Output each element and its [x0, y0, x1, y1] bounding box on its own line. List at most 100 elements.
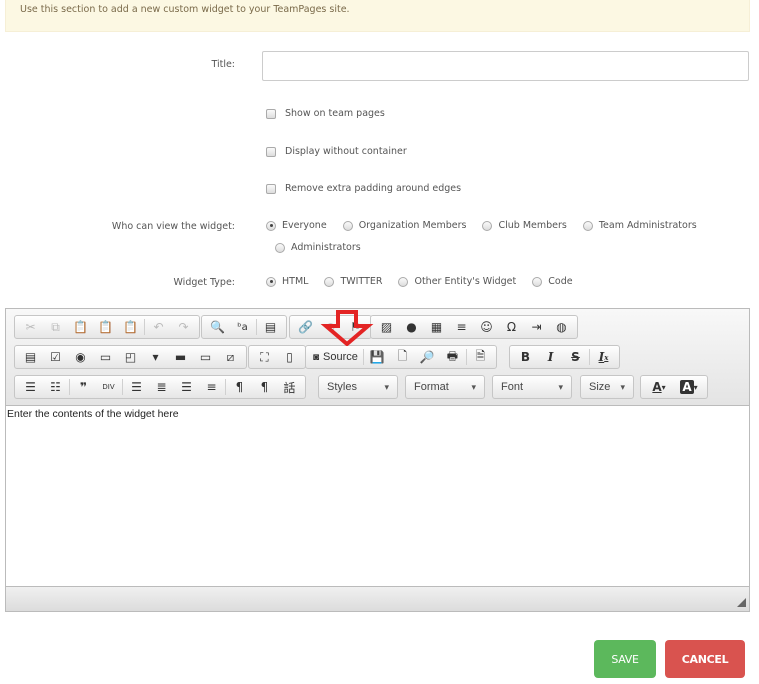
- radio-team-administrators[interactable]: Team Administrators: [582, 220, 697, 231]
- save-button[interactable]: SAVE: [594, 640, 656, 678]
- radio-label: Team Administrators: [598, 220, 697, 231]
- find-group: 🔍 ᵇa ▤: [201, 315, 287, 339]
- editor-content-area[interactable]: Enter the contents of the widget here: [6, 406, 749, 586]
- bulleted-list-icon[interactable]: ☷: [43, 376, 68, 398]
- bold-button[interactable]: B: [513, 346, 538, 368]
- blockquote-icon[interactable]: ❞: [71, 376, 96, 398]
- radio-club-members[interactable]: Club Members: [482, 220, 567, 231]
- text-color-button[interactable]: A ▾: [644, 376, 674, 398]
- preview-icon[interactable]: 🔎: [415, 346, 440, 368]
- font-dropdown[interactable]: Font ▾: [492, 375, 572, 399]
- smiley-icon[interactable]: ☺: [474, 316, 499, 338]
- copy-icon[interactable]: ⧉: [43, 316, 68, 338]
- italic-button[interactable]: I: [538, 346, 563, 368]
- strike-button[interactable]: S: [563, 346, 588, 368]
- undo-icon[interactable]: ↶: [146, 316, 171, 338]
- cut-icon[interactable]: ✂: [18, 316, 43, 338]
- align-center-icon[interactable]: ≣: [149, 376, 174, 398]
- find-icon[interactable]: 🔍: [205, 316, 230, 338]
- title-input[interactable]: [262, 51, 749, 81]
- checkbox-label: Remove extra padding around edges: [285, 183, 462, 194]
- basic-styles-group: B I S Ix: [509, 345, 620, 369]
- button-icon[interactable]: ▬: [168, 346, 193, 368]
- resize-handle[interactable]: [737, 598, 746, 607]
- radio-icon[interactable]: ◉: [68, 346, 93, 368]
- insert-group: ▨ ● ▦ ≡ ☺ Ω ⇥ ◍: [370, 315, 578, 339]
- image-button-icon[interactable]: ▭: [193, 346, 218, 368]
- radio-dot[interactable]: [582, 220, 593, 231]
- flash-icon[interactable]: ●: [399, 316, 424, 338]
- page-break-icon[interactable]: ⇥: [524, 316, 549, 338]
- size-dropdown[interactable]: Size ▾: [580, 375, 634, 399]
- unlink-icon[interactable]: ⊖: [318, 316, 343, 338]
- paste-word-icon[interactable]: 📋: [118, 316, 143, 338]
- show-blocks-icon[interactable]: ▯: [277, 346, 302, 368]
- bg-color-button[interactable]: A ▾: [674, 376, 704, 398]
- radio-html[interactable]: HTML: [266, 276, 308, 287]
- div-icon[interactable]: DIV: [96, 376, 121, 398]
- radio-label: HTML: [282, 276, 309, 287]
- horizontal-rule-icon[interactable]: ≡: [449, 316, 474, 338]
- ltr-icon[interactable]: ¶: [227, 376, 252, 398]
- radio-dot[interactable]: [532, 276, 543, 287]
- text-field-icon[interactable]: ▭: [93, 346, 118, 368]
- replace-icon[interactable]: ᵇa: [230, 316, 255, 338]
- radio-dot[interactable]: [266, 276, 276, 287]
- widget-type-label: Widget Type:: [173, 277, 236, 288]
- print-icon[interactable]: 🖶: [440, 346, 465, 368]
- title-label: Title:: [211, 59, 235, 70]
- new-page-icon[interactable]: 🗋: [390, 346, 415, 368]
- table-icon[interactable]: ▦: [424, 316, 449, 338]
- justify-icon[interactable]: ≡: [199, 376, 224, 398]
- separator: [144, 319, 145, 335]
- hidden-field-icon[interactable]: ⧄: [218, 346, 243, 368]
- remove-format-button[interactable]: Ix: [591, 346, 616, 368]
- display-without-container-checkbox[interactable]: Display without container: [266, 146, 407, 157]
- maximize-icon[interactable]: ⛶: [252, 346, 277, 368]
- format-dropdown[interactable]: Format ▾: [405, 375, 485, 399]
- show-on-team-pages-checkbox[interactable]: Show on team pages: [266, 108, 385, 119]
- widget-type-radio-group: HTML TWITTER Other Entity's Widget Code: [266, 276, 589, 287]
- select-icon[interactable]: ▾: [143, 346, 168, 368]
- language-icon[interactable]: 話: [277, 376, 302, 398]
- radio-dot[interactable]: [342, 220, 353, 231]
- align-left-icon[interactable]: ☰: [124, 376, 149, 398]
- checkbox-icon[interactable]: ☑: [43, 346, 68, 368]
- radio-dot[interactable]: [266, 220, 276, 231]
- source-button[interactable]: ◙ Source: [309, 346, 362, 368]
- remove-padding-checkbox[interactable]: Remove extra padding around edges: [266, 183, 461, 194]
- checkbox-box[interactable]: [266, 146, 276, 157]
- checkbox-box[interactable]: [266, 183, 276, 194]
- radio-dot[interactable]: [482, 220, 493, 231]
- anchor-icon[interactable]: ⚑: [343, 316, 368, 338]
- paste-icon[interactable]: 📋: [68, 316, 93, 338]
- paste-text-icon[interactable]: 📋: [93, 316, 118, 338]
- rtl-icon[interactable]: ¶: [252, 376, 277, 398]
- radio-code[interactable]: Code: [532, 276, 573, 287]
- form-icon[interactable]: ▤: [18, 346, 43, 368]
- select-all-icon[interactable]: ▤: [258, 316, 283, 338]
- image-icon[interactable]: ▨: [374, 316, 399, 338]
- textarea-icon[interactable]: ◰: [118, 346, 143, 368]
- cancel-button[interactable]: CANCEL: [665, 640, 745, 678]
- radio-organization-members[interactable]: Organization Members: [342, 220, 466, 231]
- save-icon[interactable]: 💾: [365, 346, 390, 368]
- radio-other-entity-widget[interactable]: Other Entity's Widget: [398, 276, 516, 287]
- radio-twitter[interactable]: TWITTER: [324, 276, 382, 287]
- templates-icon[interactable]: 🗎: [468, 346, 493, 368]
- align-right-icon[interactable]: ☰: [174, 376, 199, 398]
- chevron-down-icon: ▾: [620, 381, 625, 392]
- radio-everyone[interactable]: Everyone: [266, 220, 327, 231]
- radio-dot[interactable]: [324, 276, 335, 287]
- radio-dot[interactable]: [275, 242, 285, 253]
- separator: [69, 379, 70, 395]
- iframe-icon[interactable]: ◍: [549, 316, 574, 338]
- numbered-list-icon[interactable]: ☰: [18, 376, 43, 398]
- radio-administrators[interactable]: Administrators: [275, 242, 361, 253]
- radio-dot[interactable]: [398, 276, 409, 287]
- special-char-icon[interactable]: Ω: [499, 316, 524, 338]
- checkbox-box[interactable]: [266, 108, 276, 119]
- styles-dropdown[interactable]: Styles ▾: [318, 375, 398, 399]
- link-icon[interactable]: 🔗: [293, 316, 318, 338]
- redo-icon[interactable]: ↷: [171, 316, 196, 338]
